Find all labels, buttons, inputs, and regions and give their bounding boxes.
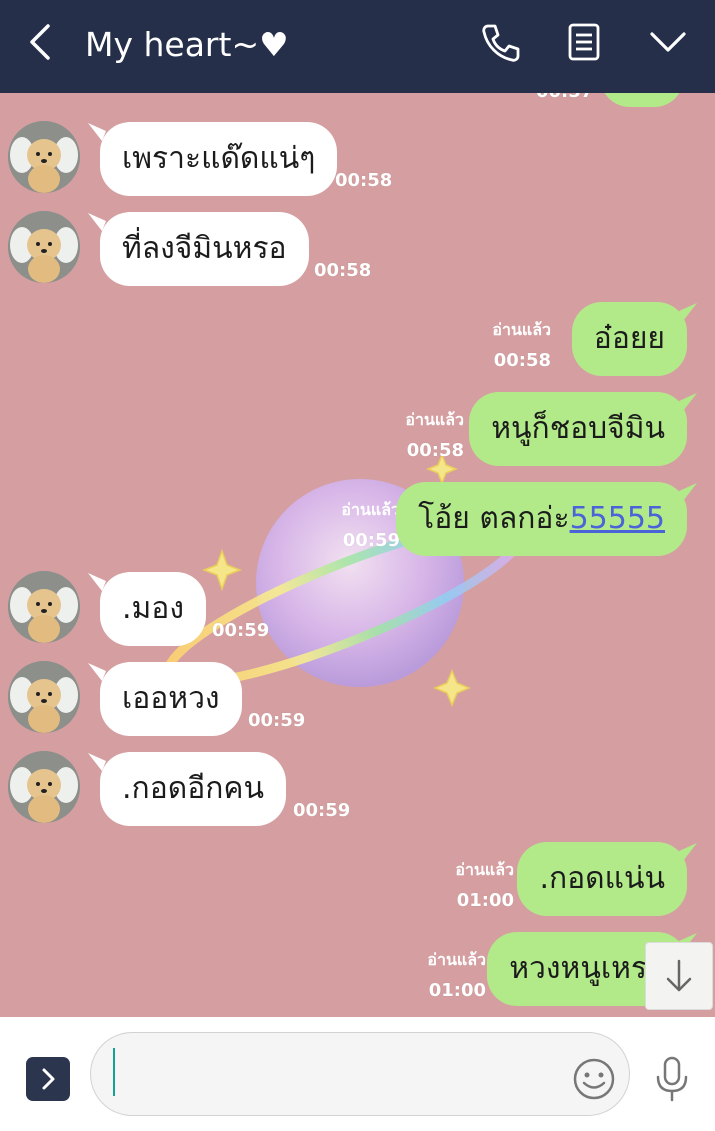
arrow-down-icon bbox=[666, 959, 692, 992]
message-time: 00:58 bbox=[314, 260, 372, 281]
message-time: 01:00 bbox=[456, 890, 514, 911]
puppy-avatar-icon bbox=[8, 211, 80, 283]
chevron-left-icon[interactable] bbox=[22, 22, 62, 62]
avatar[interactable] bbox=[8, 571, 80, 643]
puppy-avatar-icon bbox=[8, 661, 80, 733]
message-time: 00:58 bbox=[406, 440, 464, 461]
message-bubble-incoming[interactable]: .กอดอีกคน bbox=[100, 752, 286, 826]
bubble-tail bbox=[679, 483, 697, 501]
puppy-avatar-icon bbox=[8, 571, 80, 643]
message-time: 00:59 bbox=[248, 710, 306, 731]
avatar[interactable] bbox=[8, 121, 80, 193]
message-time: 00:59 bbox=[212, 620, 270, 641]
bubble-tail bbox=[679, 843, 697, 861]
chevron-right-icon bbox=[42, 1068, 55, 1090]
message-bubble-outgoing[interactable]: .กอดแน่น bbox=[517, 842, 687, 916]
avatar[interactable] bbox=[8, 661, 80, 733]
message-bubble-outgoing[interactable] bbox=[600, 93, 684, 107]
chat-area[interactable]: 00:57 เพราะแด๊ดแน่ๆ 00:58 ที่ลงจีมินหรอ … bbox=[0, 93, 715, 1017]
avatar[interactable] bbox=[8, 751, 80, 823]
message-time: 00:58 bbox=[335, 170, 393, 191]
read-receipt: อ่านแล้ว bbox=[405, 410, 464, 429]
message-bubble-incoming[interactable]: เพราะแด๊ดแน่ๆ bbox=[100, 122, 338, 196]
message-time: 00:59 bbox=[293, 800, 351, 821]
message-bubble-outgoing[interactable]: โอ้ย ตลกอ่ะ55555 bbox=[396, 482, 687, 556]
message-bubble-incoming[interactable]: เออหวง bbox=[100, 662, 242, 736]
message-link[interactable]: 55555 bbox=[570, 501, 665, 536]
chevron-down-icon[interactable] bbox=[646, 20, 690, 64]
message-time: 01:00 bbox=[428, 980, 486, 1001]
read-receipt: อ่านแล้ว bbox=[492, 320, 551, 339]
read-receipt: อ่านแล้ว bbox=[455, 860, 514, 879]
message-bubble-incoming[interactable]: ที่ลงจีมินหรอ bbox=[100, 212, 309, 286]
notes-icon[interactable] bbox=[562, 20, 606, 64]
chat-title: My heart~♥ bbox=[85, 25, 289, 64]
microphone-icon[interactable] bbox=[650, 1055, 694, 1103]
chat-header: My heart~♥ bbox=[0, 0, 715, 93]
puppy-avatar-icon bbox=[8, 751, 80, 823]
message-time: 00:57 bbox=[536, 93, 593, 103]
text-cursor bbox=[113, 1048, 115, 1096]
puppy-avatar-icon bbox=[8, 121, 80, 193]
phone-icon[interactable] bbox=[478, 20, 522, 64]
message-text: โอ้ย ตลกอ่ะ bbox=[418, 501, 570, 536]
bubble-tail bbox=[679, 393, 697, 411]
avatar[interactable] bbox=[8, 211, 80, 283]
scroll-to-bottom-button[interactable] bbox=[645, 942, 713, 1010]
expand-menu-button[interactable] bbox=[26, 1057, 70, 1101]
smiley-icon[interactable] bbox=[572, 1057, 616, 1101]
bubble-tail bbox=[679, 303, 697, 321]
message-bubble-outgoing[interactable]: หนูก็ชอบจีมิน bbox=[469, 392, 687, 466]
message-bubble-outgoing[interactable]: อ๋อยย bbox=[571, 302, 687, 376]
message-bubble-incoming[interactable]: .มอง bbox=[100, 572, 206, 646]
read-receipt: อ่านแล้ว bbox=[341, 500, 400, 519]
message-time: 00:58 bbox=[493, 350, 551, 371]
message-input[interactable] bbox=[90, 1032, 630, 1116]
read-receipt: อ่านแล้ว bbox=[427, 950, 486, 969]
message-time: 00:59 bbox=[342, 530, 400, 551]
